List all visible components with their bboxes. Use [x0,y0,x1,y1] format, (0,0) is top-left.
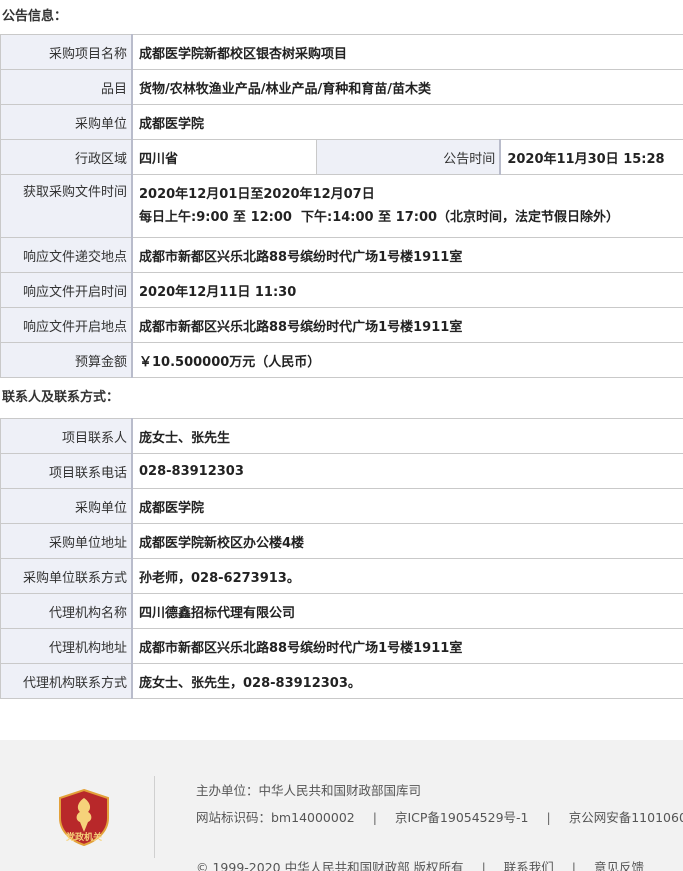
purchaser-contact-value: 孙老师，028-6273913。 [131,558,683,594]
table-row: 行政区域 四川省 公告时间 2020年11月30日 15:28 [0,139,683,175]
table-row: 获取采购文件时间 2020年12月01日至2020年12月07日 每日上午:9:… [0,174,683,238]
project-name-value: 成都医学院新都校区银杏树采购项目 [131,34,683,70]
table-row: 响应文件开启地点 成都市新都区兴乐北路88号缤纷时代广场1号楼1911室 [0,307,683,343]
budget-label: 预算金额 [0,342,133,378]
footer-separator: | [546,810,551,825]
doc-time-label: 获取采购文件时间 [0,174,133,238]
agency-name-label: 代理机构名称 [0,593,133,629]
category-label: 品目 [0,69,133,105]
doc-time-value: 2020年12月01日至2020年12月07日 每日上午:9:00 至 12:0… [131,174,683,238]
announcement-table: 采购项目名称 成都医学院新都校区银杏树采购项目 品目 货物/农林牧渔业产品/林业… [0,34,683,378]
purchaser-label: 采购单位 [0,104,133,140]
table-row: 代理机构地址 成都市新都区兴乐北路88号缤纷时代广场1号楼1911室 [0,628,683,664]
footer-sponsor: 主办单位：中华人民共和国财政部国库司 [196,783,422,798]
table-row: 采购单位地址 成都医学院新校区办公楼4楼 [0,523,683,559]
purchaser-value: 成都医学院 [131,104,683,140]
project-name-label: 采购项目名称 [0,34,133,70]
submit-place-value: 成都市新都区兴乐北路88号缤纷时代广场1号楼1911室 [131,237,683,273]
doc-time-line2: 每日上午:9:00 至 12:00 下午:14:00 至 17:00（北京时间，… [139,210,620,225]
open-place-label: 响应文件开启地点 [0,307,133,343]
publish-time-value: 2020年11月30日 15:28 [499,139,683,175]
footer-bottom-line: © 1999-2020 中华人民共和国财政部 版权所有 | 联系我们 | 意见反馈 [196,857,644,871]
contacts-table: 项目联系人 庞女士、张先生 项目联系电话 028-83912303 采购单位 成… [0,418,683,699]
agency-contact-value: 庞女士、张先生，028-83912303。 [131,663,683,699]
agency-address-label: 代理机构地址 [0,628,133,664]
footer-icp-link[interactable]: 京ICP备19054529号-1 [395,810,529,825]
purchaser-address-label: 采购单位地址 [0,523,133,559]
footer-feedback-link[interactable]: 意见反馈 [594,860,644,871]
footer-separator: | [481,860,486,871]
contact-purchaser-label: 采购单位 [0,488,133,524]
table-row: 采购单位联系方式 孙老师，028-6273913。 [0,558,683,594]
table-row: 采购单位 成都医学院 [0,488,683,524]
agency-name-value: 四川德鑫招标代理有限公司 [131,593,683,629]
project-phone-value: 028-83912303 [131,453,683,489]
region-value: 四川省 [131,139,317,175]
table-row: 代理机构联系方式 庞女士、张先生，028-83912303。 [0,663,683,699]
budget-value: ￥10.500000万元（人民币） [131,342,683,378]
open-time-value: 2020年12月11日 11:30 [131,272,683,308]
footer-separator: | [372,810,377,825]
footer-ids: 网站标识码：bm14000002 | 京ICP备19054529号-1 | 京公网安备1… [196,807,683,826]
footer-copyright: © 1999-2020 中华人民共和国财政部 版权所有 [196,860,464,871]
agency-contact-label: 代理机构联系方式 [0,663,133,699]
publish-time-label: 公告时间 [315,139,502,175]
contact-purchaser-value: 成都医学院 [131,488,683,524]
footer-separator: | [571,860,577,871]
table-row: 代理机构名称 四川德鑫招标代理有限公司 [0,593,683,629]
site-footer: 党政机关 主办单位：中华人民共和国财政部国库司 网站标识码：bm14000002… [0,740,683,871]
open-time-label: 响应文件开启时间 [0,272,133,308]
table-row: 响应文件递交地点 成都市新都区兴乐北路88号缤纷时代广场1号楼1911室 [0,237,683,273]
party-government-logo-icon[interactable]: 党政机关 [56,788,112,847]
purchaser-contact-label: 采购单位联系方式 [0,558,133,594]
project-phone-label: 项目联系电话 [0,453,133,489]
project-contact-value: 庞女士、张先生 [131,418,683,454]
table-row: 采购项目名称 成都医学院新都校区银杏树采购项目 [0,34,683,70]
purchaser-address-value: 成都医学院新校区办公楼4楼 [131,523,683,559]
footer-divider [154,776,155,858]
table-row: 预算金额 ￥10.500000万元（人民币） [0,342,683,378]
submit-place-label: 响应文件递交地点 [0,237,133,273]
region-label: 行政区域 [0,139,133,175]
table-row: 响应文件开启时间 2020年12月11日 11:30 [0,272,683,308]
table-row: 项目联系人 庞女士、张先生 [0,418,683,454]
project-contact-label: 项目联系人 [0,418,133,454]
doc-time-line1: 2020年12月01日至2020年12月07日 [139,187,375,202]
table-row: 采购单位 成都医学院 [0,104,683,140]
table-row: 品目 货物/农林牧渔业产品/林业产品/育种和育苗/苗木类 [0,69,683,105]
logo-text: 党政机关 [66,831,102,843]
agency-address-value: 成都市新都区兴乐北路88号缤纷时代广场1号楼1911室 [131,628,683,664]
contacts-section-title: 联系人及联系方式： [2,390,120,405]
table-row: 项目联系电话 028-83912303 [0,453,683,489]
announcement-section-title: 公告信息： [2,9,68,24]
footer-contact-link[interactable]: 联系我们 [504,860,554,871]
category-value: 货物/农林牧渔业产品/林业产品/育种和育苗/苗木类 [131,69,683,105]
open-place-value: 成都市新都区兴乐北路88号缤纷时代广场1号楼1911室 [131,307,683,343]
footer-police-link[interactable]: 京公网安备11010602010047 [569,810,683,825]
footer-site-id: 网站标识码：bm14000002 [196,810,355,825]
